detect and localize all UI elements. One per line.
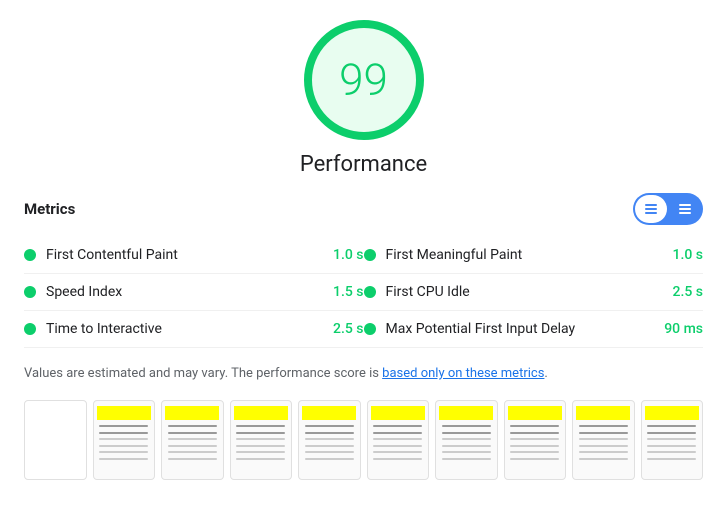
metric-dot [364, 249, 376, 261]
list-icon [644, 202, 658, 216]
right-metrics: First Meaningful Paint 1.0 s First CPU I… [364, 237, 704, 348]
score-value: 99 [339, 54, 388, 106]
metric-row-right-1: First CPU Idle 2.5 s [364, 274, 704, 311]
note-link[interactable]: based only on these metrics [382, 366, 544, 381]
metric-dot [24, 249, 36, 261]
metric-dot [364, 323, 376, 335]
score-label: Performance [300, 152, 427, 177]
metric-value: 2.5 s [653, 284, 703, 300]
filmstrip-frame-9 [641, 400, 704, 480]
filmstrip-frame-4 [298, 400, 361, 480]
metric-row-left-0: First Contentful Paint 1.0 s [24, 237, 364, 274]
metric-name: First Contentful Paint [46, 247, 314, 263]
metric-name: Max Potential First Input Delay [386, 321, 654, 337]
metric-row-left-2: Time to Interactive 2.5 s [24, 311, 364, 348]
filmstrip-frame-0 [24, 400, 87, 480]
view-toggle [633, 193, 703, 225]
note-after: . [544, 366, 547, 381]
filmstrip-frame-5 [367, 400, 430, 480]
metric-name: First CPU Idle [386, 284, 654, 300]
filmstrip-frame-3 [230, 400, 293, 480]
metrics-header: Metrics [24, 193, 703, 225]
filmstrip-frame-7 [504, 400, 567, 480]
filmstrip [24, 400, 703, 480]
note-text: Values are estimated and may vary. The p… [24, 364, 703, 384]
metric-dot [364, 286, 376, 298]
filmstrip-frame-8 [572, 400, 635, 480]
metric-name: First Meaningful Paint [386, 247, 654, 263]
metric-name: Speed Index [46, 284, 314, 300]
score-section: 99 Performance [24, 20, 703, 177]
filmstrip-frame-1 [93, 400, 156, 480]
metric-value: 2.5 s [314, 321, 364, 337]
metric-value: 90 ms [653, 321, 703, 337]
metric-dot [24, 286, 36, 298]
score-circle: 99 [304, 20, 424, 140]
list-view-button[interactable] [635, 195, 667, 223]
filmstrip-frame-2 [161, 400, 224, 480]
note-before: Values are estimated and may vary. The p… [24, 366, 382, 381]
grid-icon [678, 202, 692, 216]
metric-row-right-2: Max Potential First Input Delay 90 ms [364, 311, 704, 348]
metric-name: Time to Interactive [46, 321, 314, 337]
metric-value: 1.0 s [653, 247, 703, 263]
metric-row-left-1: Speed Index 1.5 s [24, 274, 364, 311]
metric-row-right-0: First Meaningful Paint 1.0 s [364, 237, 704, 274]
metric-dot [24, 323, 36, 335]
metric-value: 1.5 s [314, 284, 364, 300]
metrics-title: Metrics [24, 200, 75, 218]
filmstrip-frame-6 [435, 400, 498, 480]
grid-view-button[interactable] [669, 195, 701, 223]
metric-value: 1.0 s [314, 247, 364, 263]
metrics-grid: First Contentful Paint 1.0 s Speed Index… [24, 237, 703, 348]
left-metrics: First Contentful Paint 1.0 s Speed Index… [24, 237, 364, 348]
